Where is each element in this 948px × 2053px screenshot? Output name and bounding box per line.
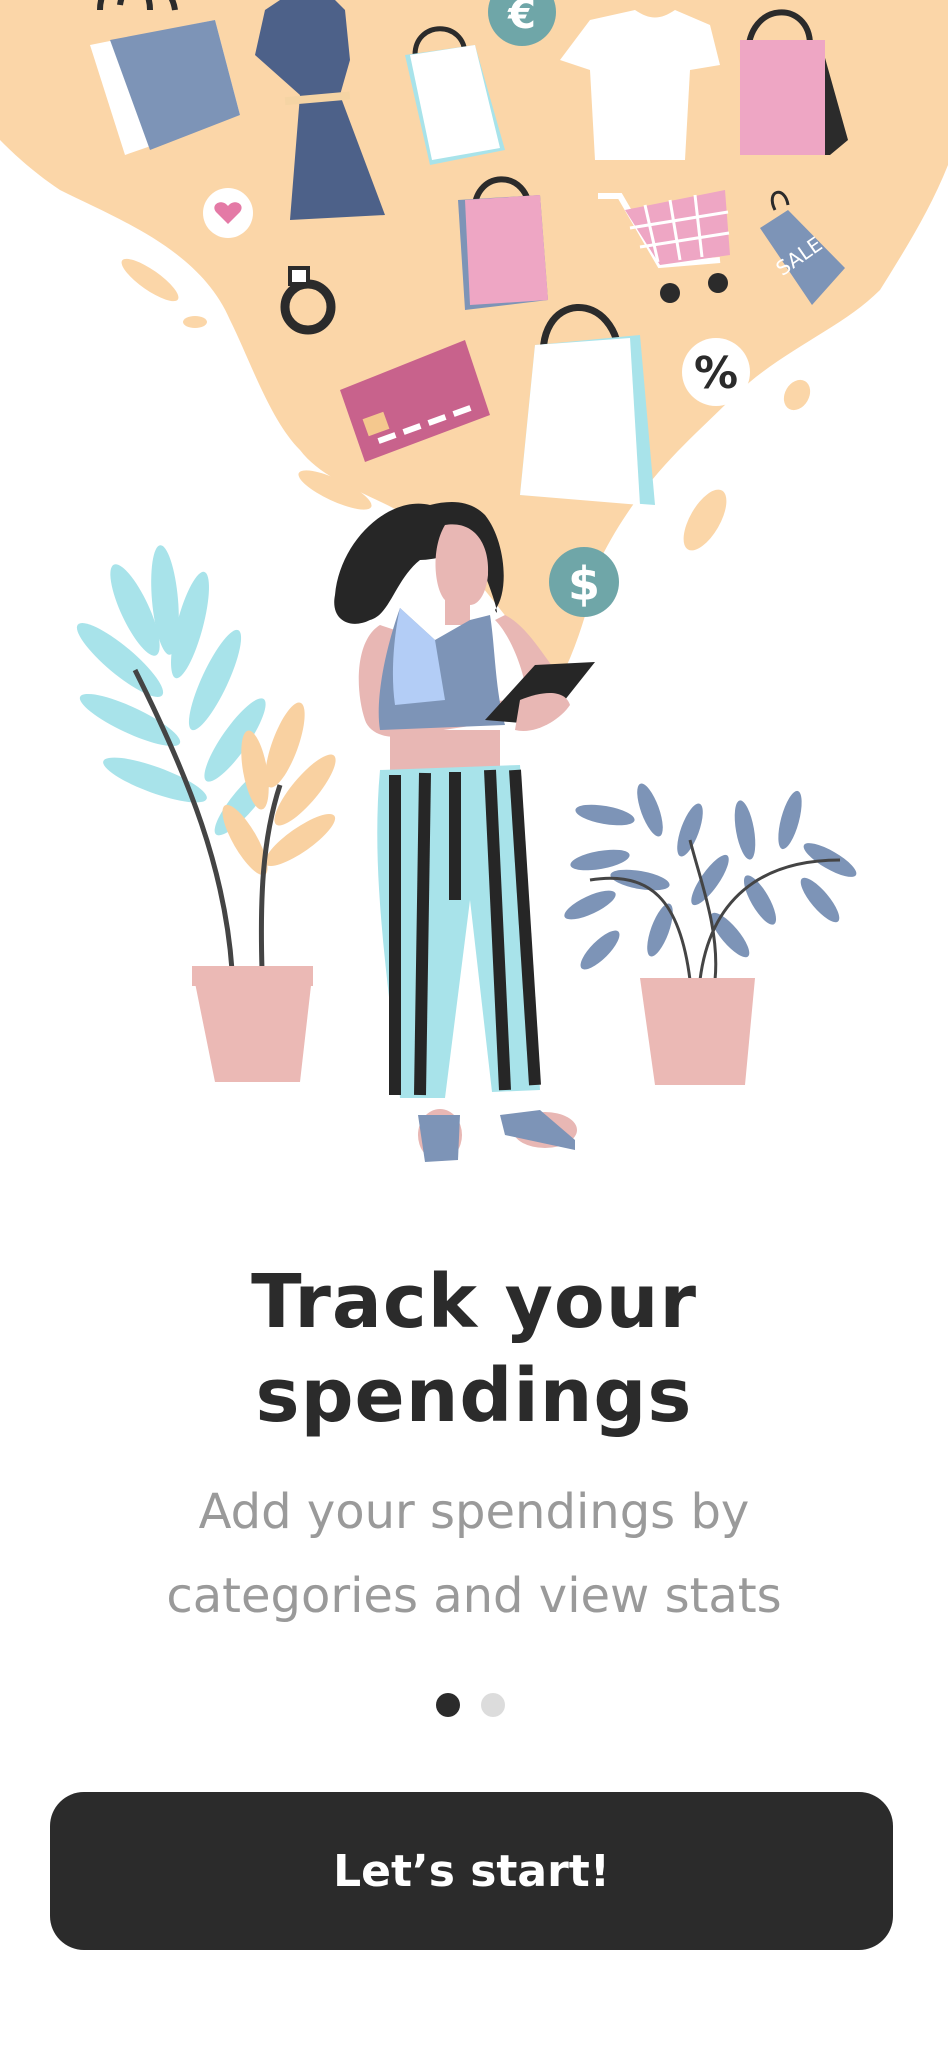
plant-icon xyxy=(76,545,336,1082)
plant-icon xyxy=(564,783,857,1085)
svg-text:%: % xyxy=(694,348,738,399)
title-line: spendings xyxy=(255,1353,693,1439)
pager-dot-inactive[interactable] xyxy=(481,1693,505,1717)
page-subtitle: Add your spendings by categories and vie… xyxy=(90,1470,858,1638)
subtitle-line: Add your spendings by xyxy=(198,1484,750,1540)
pager-dots xyxy=(0,1693,948,1719)
percent-icon: % xyxy=(682,338,750,406)
peach-drip xyxy=(683,489,727,551)
start-button[interactable]: Let’s start! xyxy=(50,1792,893,1950)
svg-text:€: € xyxy=(507,0,536,38)
peach-drip xyxy=(183,316,207,328)
hero-illustration: € SALE % $ xyxy=(0,0,948,1162)
subtitle-line: categories and view stats xyxy=(166,1568,782,1624)
svg-text:$: $ xyxy=(568,557,600,611)
dollar-coin-icon: $ xyxy=(549,547,619,617)
pager-dot-active[interactable] xyxy=(436,1693,460,1717)
title-line: Track your xyxy=(251,1259,697,1345)
page-title: Track your spendings xyxy=(0,1255,948,1443)
peach-drip xyxy=(121,258,179,302)
heart-icon xyxy=(203,188,253,238)
peach-drip xyxy=(783,379,811,411)
